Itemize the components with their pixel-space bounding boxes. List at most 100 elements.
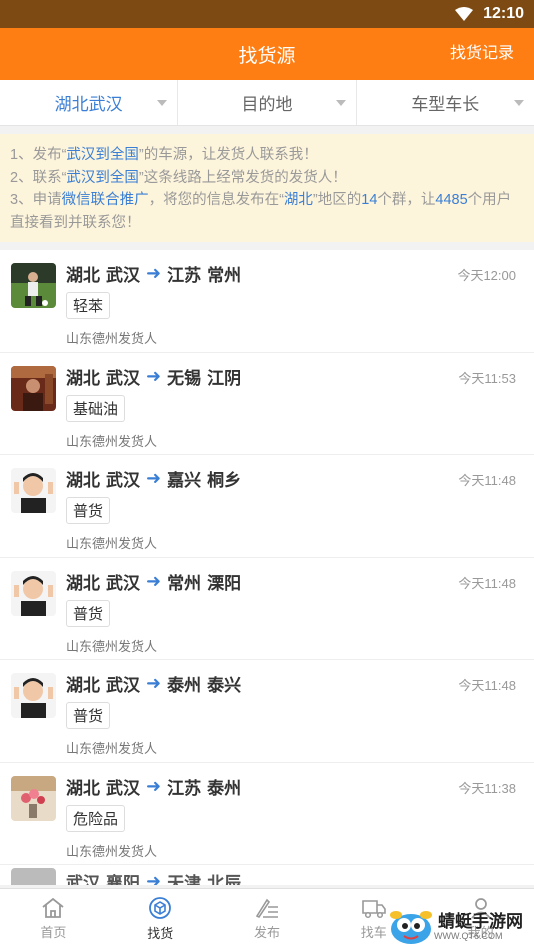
edit-icon <box>255 898 278 919</box>
cargo-type-tag: 危险品 <box>66 804 126 832</box>
destination-province: 无锡 <box>167 368 202 388</box>
origin-province: 湖北 <box>66 676 100 695</box>
shipper-name: 山东德州发货人 <box>66 331 158 346</box>
list-item[interactable]: 湖北 武汉 ➜ 常州 溧阳 今天11:48 普货 山东德州发货人 <box>0 557 534 660</box>
destination-province: 江苏 <box>167 266 202 285</box>
app-bar: 找货源 找货记录 <box>0 28 534 80</box>
cargo-type-tag: 轻苯 <box>66 292 111 319</box>
origin-filter[interactable]: 湖北武汉 <box>0 80 179 125</box>
destination-province: 天津 <box>167 874 202 885</box>
shipper-name: 山东德州发货人 <box>66 741 158 756</box>
route: 湖北 武汉 ➜ 嘉兴 桐乡 <box>66 466 241 491</box>
origin-filter-label: 湖北武汉 <box>54 95 123 114</box>
watermark: 蜻蜓手游网 WWW.QT6.COM <box>388 905 534 949</box>
destination-city: 泰州 <box>207 778 242 798</box>
notice-link[interactable]: 武汉到全国 <box>66 170 139 186</box>
shipper-name: 山东德州发货人 <box>66 536 158 551</box>
nav-find-cargo-label: 找货 <box>147 926 174 941</box>
list-item[interactable]: 湖北 武汉 ➜ 嘉兴 桐乡 今天11:48 普货 山东德州发货人 <box>0 455 534 558</box>
origin-province: 武汉 <box>66 874 100 885</box>
cube-icon <box>149 897 172 919</box>
status-time: 12:10 <box>483 5 524 22</box>
route: 湖北 武汉 ➜ 江苏 常州 <box>66 261 241 286</box>
watermark-url: WWW.QT6.COM <box>434 931 503 941</box>
destination-province: 泰州 <box>167 676 202 695</box>
notice-line-2: 2、联系“武汉到全国”这条线路上经常发货的发货人！ <box>10 167 524 190</box>
arrow-right-icon: ➜ <box>146 871 162 885</box>
nav-home[interactable]: 首页 <box>0 889 107 949</box>
notice-text: ，将您的信息发布在“ <box>148 192 284 208</box>
list-item[interactable]: 武汉 襄阳 ➜ 天津 北辰 <box>0 865 534 885</box>
notice-highlight: 14 <box>361 192 378 208</box>
route: 湖北 武汉 ➜ 无锡 江阴 <box>66 364 241 389</box>
destination-city: 北辰 <box>207 874 242 885</box>
notice-panel: 1、发布“武汉到全国”的车源，让发货人联系我！ 2、联系“武汉到全国”这条线路上… <box>0 134 534 242</box>
vehicle-type-filter[interactable]: 车型车长 <box>357 80 534 125</box>
truck-icon <box>361 900 386 919</box>
notice-text: ”地区的 <box>312 192 362 208</box>
origin-city: 武汉 <box>106 573 140 593</box>
wechat-promotion-link[interactable]: 微信联合推广 <box>62 192 149 208</box>
post-time: 今天11:53 <box>458 370 516 386</box>
origin-province: 湖北 <box>66 368 100 388</box>
avatar <box>11 468 56 513</box>
list-item[interactable]: 湖北 武汉 ➜ 江苏 常州 今天12:00 轻苯 山东德州发货人 <box>0 250 534 353</box>
status-bar: 12:10 <box>0 0 534 28</box>
nav-publish-label: 发布 <box>253 925 280 940</box>
cargo-type-tag: 普货 <box>66 702 111 729</box>
destination-city: 桐乡 <box>207 471 242 490</box>
nav-find-cargo[interactable]: 找货 <box>107 889 214 949</box>
destination-province: 常州 <box>167 573 202 593</box>
notice-text: ”这条线路上经常发货的发货人！ <box>138 169 347 186</box>
notice-text: 3、申请 <box>10 192 62 208</box>
list-item[interactable]: 湖北 武汉 ➜ 江苏 泰州 今天11:38 危险品 山东德州发货人 <box>0 762 534 865</box>
shipper-name: 山东德州发货人 <box>66 843 158 859</box>
post-time: 今天11:38 <box>458 780 516 796</box>
destination-filter-label: 目的地 <box>241 95 293 114</box>
destination-city: 溧阳 <box>207 573 242 593</box>
destination-filter[interactable]: 目的地 <box>178 80 357 125</box>
notice-link[interactable]: 武汉到全国 <box>66 147 139 163</box>
destination-city: 江阴 <box>207 368 242 388</box>
notice-text: 个群，让 <box>377 192 436 208</box>
cargo-list: 湖北 武汉 ➜ 江苏 常州 今天12:00 轻苯 山东德州发货人 湖北 武汉 ➜ 无锡… <box>0 250 534 885</box>
page-title: 找货源 <box>238 45 296 67</box>
chevron-down-icon <box>157 100 168 106</box>
post-time: 今天11:48 <box>458 678 516 693</box>
notice-line-1: 1、发布“武汉到全国”的车源，让发货人联系我！ <box>10 144 524 167</box>
destination-province: 嘉兴 <box>167 471 202 490</box>
post-time: 今天12:00 <box>457 268 516 283</box>
search-history-button[interactable]: 找货记录 <box>450 28 514 80</box>
avatar <box>11 365 56 411</box>
dragonfly-logo-icon <box>390 911 432 944</box>
list-item[interactable]: 湖北 武汉 ➜ 泰州 泰兴 今天11:48 普货 山东德州发货人 <box>0 660 534 763</box>
destination-city: 常州 <box>207 266 242 285</box>
arrow-right-icon: ➜ <box>146 775 162 796</box>
avatar <box>11 570 56 616</box>
filter-bar: 湖北武汉 目的地 车型车长 <box>0 80 534 126</box>
list-item[interactable]: 湖北 武汉 ➜ 无锡 江阴 今天11:53 基础油 山东德州发货人 <box>0 352 534 455</box>
watermark-name: 蜻蜓手游网 <box>438 912 523 931</box>
arrow-right-icon: ➜ <box>146 570 162 591</box>
notice-highlight: 湖北 <box>283 192 313 208</box>
notice-text: 2、联系“ <box>10 169 67 186</box>
nav-publish[interactable]: 发布 <box>214 889 321 949</box>
arrow-right-icon: ➜ <box>146 263 162 283</box>
notice-text: ”的车源，让发货人联系我！ <box>138 147 318 163</box>
origin-province: 湖北 <box>66 266 100 285</box>
route: 湖北 武汉 ➜ 泰州 泰兴 <box>66 671 241 696</box>
origin-city: 武汉 <box>106 778 140 798</box>
avatar <box>11 263 56 308</box>
origin-province: 湖北 <box>66 573 100 593</box>
wifi-icon <box>455 7 474 21</box>
avatar <box>11 775 56 821</box>
shipper-name: 山东德州发货人 <box>66 638 158 654</box>
arrow-right-icon: ➜ <box>146 673 162 693</box>
origin-city: 武汉 <box>106 471 140 490</box>
destination-province: 江苏 <box>167 778 202 798</box>
cargo-type-tag: 普货 <box>66 497 111 524</box>
arrow-right-icon: ➜ <box>146 468 162 488</box>
origin-city: 武汉 <box>106 676 140 695</box>
arrow-right-icon: ➜ <box>146 365 162 386</box>
home-icon <box>42 897 64 918</box>
